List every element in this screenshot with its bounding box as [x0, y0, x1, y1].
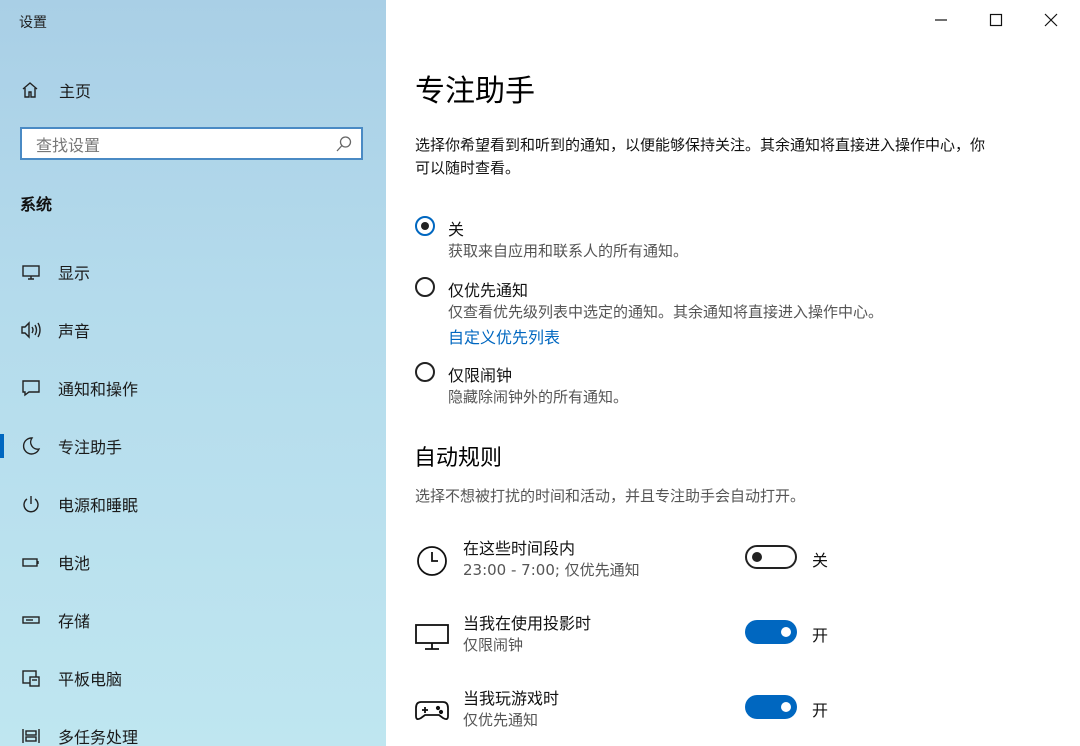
battery-icon: [20, 551, 42, 573]
radio-button-selected[interactable]: [415, 216, 435, 236]
selection-indicator: [0, 434, 4, 458]
toggle-switch[interactable]: [745, 545, 797, 569]
sidebar-item-display[interactable]: 显示: [0, 250, 386, 294]
sidebar-item-storage[interactable]: 存储: [0, 598, 386, 642]
search-input[interactable]: [34, 133, 328, 157]
search-box[interactable]: [20, 127, 363, 160]
gamepad-icon: [414, 693, 450, 729]
section-title: 系统: [20, 195, 53, 214]
window-title: 设置: [19, 15, 47, 31]
display-icon: [20, 261, 42, 283]
option-label: 仅优先通知: [448, 281, 529, 300]
sidebar-item-label: 电池: [58, 554, 91, 573]
rule-gaming[interactable]: 当我玩游戏时 仅优先通知 开: [414, 685, 1054, 735]
radio-button[interactable]: [415, 362, 435, 382]
sidebar-item-label: 专注助手: [58, 438, 123, 457]
sidebar-item-tablet[interactable]: 平板电脑: [0, 656, 386, 700]
toggle-knob: [781, 702, 791, 712]
sidebar-item-label: 电源和睡眠: [58, 496, 139, 515]
option-description: 隐藏除闹钟外的所有通知。: [448, 388, 629, 406]
rule-detail: 仅优先通知: [463, 711, 539, 729]
option-description: 仅查看优先级列表中选定的通知。其余通知将直接进入操作中心。: [448, 303, 884, 321]
option-off[interactable]: 关 获取来自应用和联系人的所有通知。: [415, 216, 1015, 262]
search-icon[interactable]: [335, 135, 353, 153]
option-description: 获取来自应用和联系人的所有通知。: [448, 242, 689, 260]
toggle-state-label: 关: [812, 551, 829, 570]
customize-priority-list-link[interactable]: 自定义优先列表: [448, 324, 560, 348]
close-button[interactable]: [1033, 8, 1069, 32]
auto-rules-description: 选择不想被打扰的时间和活动，并且专注助手会自动打开。: [415, 487, 806, 505]
toggle-switch[interactable]: [745, 695, 797, 719]
monitor-icon: [414, 618, 450, 654]
sidebar-item-multitasking[interactable]: 多任务处理: [0, 714, 386, 746]
toggle-knob: [752, 552, 762, 562]
toggle-switch[interactable]: [745, 620, 797, 644]
maximize-button[interactable]: [978, 8, 1014, 32]
rule-name: 在这些时间段内: [463, 539, 576, 558]
page-description: 选择你希望看到和听到的通知，以便能够保持关注。其余通知将直接进入操作中心，你可以…: [415, 136, 986, 177]
option-priority-only[interactable]: 仅优先通知 仅查看优先级列表中选定的通知。其余通知将直接进入操作中心。 自定义优…: [415, 277, 1015, 347]
radio-button[interactable]: [415, 277, 435, 297]
option-label: 关: [448, 220, 465, 239]
close-icon: [1044, 13, 1058, 27]
sidebar-item-notifications[interactable]: 通知和操作: [0, 366, 386, 410]
sidebar-item-label: 显示: [58, 264, 91, 283]
minimize-icon: [935, 19, 947, 21]
home-icon: [20, 80, 40, 100]
auto-rules-title: 自动规则: [414, 446, 503, 471]
rule-time-schedule[interactable]: 在这些时间段内 23:00 - 7:00; 仅优先通知 关: [414, 535, 1054, 585]
tablet-icon: [20, 667, 42, 689]
sidebar-item-label: 声音: [58, 322, 91, 341]
clock-icon: [414, 543, 450, 579]
sidebar-item-battery[interactable]: 电池: [0, 540, 386, 584]
rule-name: 当我在使用投影时: [463, 614, 592, 633]
maximize-icon: [989, 13, 1003, 27]
sidebar: 设置 主页 系统 显示: [0, 0, 386, 746]
home-label: 主页: [59, 82, 92, 101]
rule-detail: 仅限闹钟: [463, 636, 524, 654]
toggle-state-label: 开: [812, 626, 829, 645]
sidebar-item-power[interactable]: 电源和睡眠: [0, 482, 386, 526]
storage-icon: [20, 609, 42, 631]
settings-window: 设置 主页 系统 显示: [0, 0, 1080, 746]
sidebar-item-sound[interactable]: 声音: [0, 308, 386, 352]
power-icon: [20, 493, 42, 515]
rule-detail: 23:00 - 7:00; 仅优先通知: [463, 561, 640, 579]
sidebar-item-focus-assist[interactable]: 专注助手: [0, 424, 386, 468]
main-content: 专注助手 选择你希望看到和听到的通知，以便能够保持关注。其余通知将直接进入操作中…: [386, 0, 1080, 746]
rule-name: 当我玩游戏时: [463, 689, 560, 708]
option-label: 仅限闹钟: [448, 366, 513, 385]
home-nav-item[interactable]: 主页: [20, 76, 360, 104]
sidebar-item-label: 多任务处理: [58, 728, 139, 746]
notification-icon: [20, 377, 42, 399]
sidebar-item-label: 存储: [58, 612, 91, 631]
minimize-button[interactable]: [923, 8, 959, 32]
page-title: 专注助手: [415, 74, 535, 109]
sound-icon: [20, 319, 42, 341]
multitask-icon: [20, 725, 42, 746]
sidebar-item-label: 通知和操作: [58, 380, 139, 399]
sidebar-item-label: 平板电脑: [58, 670, 123, 689]
toggle-state-label: 开: [812, 701, 829, 720]
toggle-knob: [781, 627, 791, 637]
rule-projecting[interactable]: 当我在使用投影时 仅限闹钟 开: [414, 610, 1054, 660]
moon-icon: [20, 435, 42, 457]
option-alarms-only[interactable]: 仅限闹钟 隐藏除闹钟外的所有通知。: [415, 362, 1015, 408]
